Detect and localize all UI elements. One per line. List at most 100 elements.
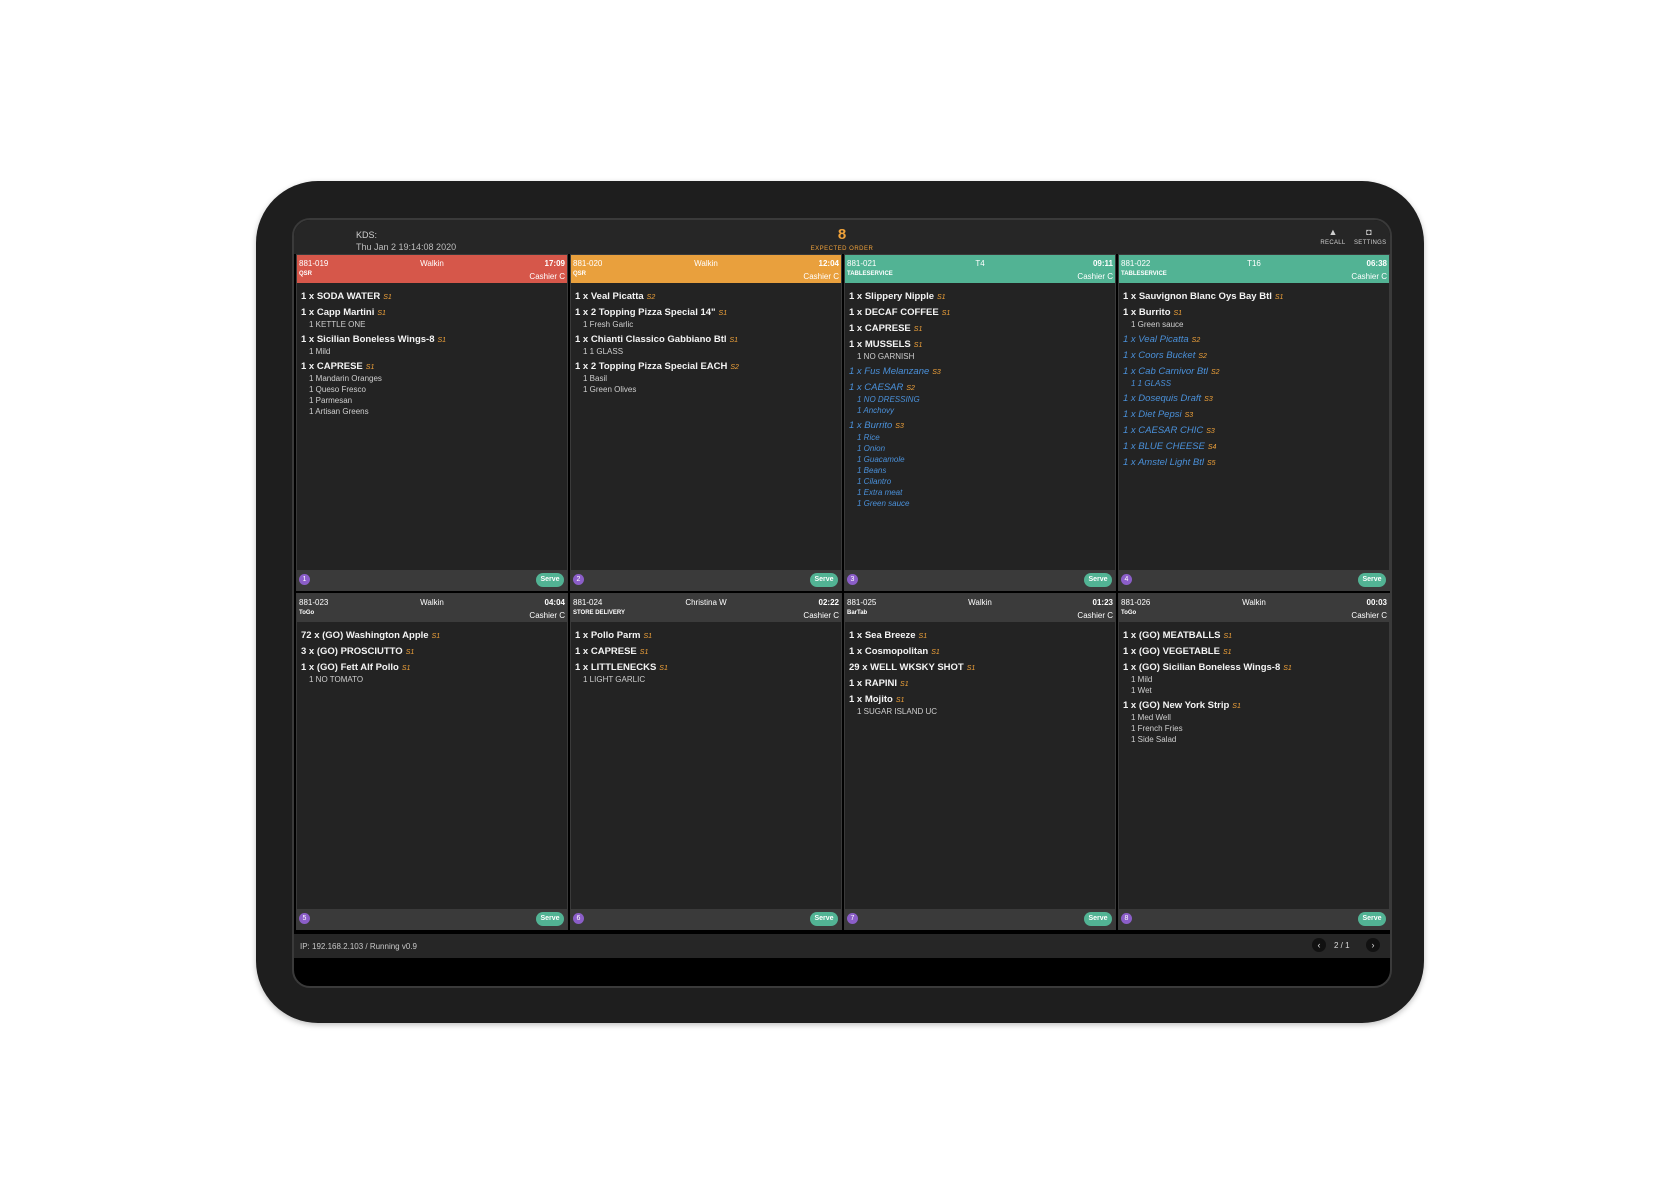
ticket-item[interactable]: 1 x Fus Melanzane S3 xyxy=(849,366,1111,378)
seat-tag: S1 xyxy=(1274,294,1284,301)
ticket-item[interactable]: 1 x Slippery Nipple S1 xyxy=(849,291,1111,303)
ticket-cashier: Cashier C xyxy=(1351,272,1387,281)
ticket-order-type: TABLESERVICE xyxy=(1121,271,1167,277)
ticket-item[interactable]: 1 x SODA WATER S1 xyxy=(301,291,563,303)
ticket-item[interactable]: 1 x DECAF COFFEE S1 xyxy=(849,307,1111,319)
order-ticket[interactable]: 881-026 ToGo Walkin 00:03 Cashier C 1 x (GO) … xyxy=(1118,593,1390,930)
ticket-items: 72 x (GO) Washington Apple S1 3 x (GO) PRO… xyxy=(301,626,563,907)
ticket-items: 1 x Sauvignon Blanc Oys Bay Btl S1 1 x Bur… xyxy=(1123,287,1385,568)
ticket-item[interactable]: 1 x Dosequis Draft S3 xyxy=(1123,393,1385,405)
chevron-right-icon: › xyxy=(1371,940,1375,950)
seat-tag: S1 xyxy=(1223,633,1233,640)
order-ticket[interactable]: 881-020 QSR Walkin 12:04 Cashier C 1 x Veal P… xyxy=(570,254,842,591)
ticket-item[interactable]: 1 x (GO) MEATBALLS S1 xyxy=(1123,630,1385,642)
seat-tag: S2 xyxy=(646,294,656,301)
ticket-item[interactable]: 1 x Amstel Light Btl S5 xyxy=(1123,457,1385,469)
ticket-item[interactable]: 1 x RAPINI S1 xyxy=(849,678,1111,690)
ticket-item[interactable]: 1 x CAESAR CHIC S3 xyxy=(1123,425,1385,437)
serve-button[interactable]: Serve xyxy=(536,912,564,926)
ticket-item[interactable]: 1 x Cosmopolitan S1 xyxy=(849,646,1111,658)
ticket-item[interactable]: 1 x Veal Picatta S2 xyxy=(575,291,837,303)
ticket-item[interactable]: 1 x (GO) Fett Alf Pollo S1 xyxy=(301,662,563,674)
ticket-item[interactable]: 1 x CAESAR S2 xyxy=(849,382,1111,394)
ticket-item[interactable]: 1 x Pollo Parm S1 xyxy=(575,630,837,642)
item-modifier: 1 Mandarin Oranges xyxy=(309,374,382,383)
ticket-item[interactable]: 1 x Sauvignon Blanc Oys Bay Btl S1 xyxy=(1123,291,1385,303)
seat-tag: S1 xyxy=(718,310,728,317)
ticket-cashier: Cashier C xyxy=(1077,272,1113,281)
serve-button[interactable]: Serve xyxy=(1084,912,1112,926)
serve-button[interactable]: Serve xyxy=(810,573,838,587)
ticket-item[interactable]: 1 x Chianti Classico Gabbiano Btl S1 xyxy=(575,334,837,346)
ticket-item[interactable]: 1 x Sea Breeze S1 xyxy=(849,630,1111,642)
ticket-timer: 09:11 xyxy=(1092,259,1113,268)
order-ticket[interactable]: 881-023 ToGo Walkin 04:04 Cashier C 72 x (GO)… xyxy=(296,593,568,930)
ticket-item[interactable]: 1 x Cab Carnivor Btl S2 xyxy=(1123,366,1385,378)
item-modifier: 1 1 GLASS xyxy=(583,347,624,356)
seat-tag: S1 xyxy=(377,310,386,317)
ticket-item[interactable]: 1 x Diet Pepsi S3 xyxy=(1123,409,1385,421)
order-ticket[interactable]: 881-024 STORE DELIVERY Christina W 02:22 Cas… xyxy=(570,593,842,930)
seat-tag: S2 xyxy=(1211,369,1220,376)
order-ticket[interactable]: 881-022 TABLESERVICE T16 06:38 Cashier C1 x … xyxy=(1118,254,1390,591)
ticket-item[interactable]: 1 x CAPRESE S1 xyxy=(849,323,1111,335)
ticket-header[interactable]: 881-023 ToGo Walkin 04:04 Cashier C xyxy=(297,594,567,622)
ticket-item[interactable]: 1 x Sicilian Boneless Wings-8 S1 xyxy=(301,334,563,346)
item-modifier: 1 Basil xyxy=(583,374,608,383)
seat-tag: S2 xyxy=(1198,353,1207,360)
ticket-item[interactable]: 1 x Veal Picatta S2 xyxy=(1123,334,1385,346)
ticket-item[interactable]: 1 x MUSSELS S1 xyxy=(849,339,1111,351)
seat-tag: S1 xyxy=(941,310,951,317)
prev-page-button[interactable]: ‹ xyxy=(1312,938,1326,952)
ticket-item[interactable]: 1 x 2 Topping Pizza Special EACH S2 xyxy=(575,361,837,373)
order-ticket[interactable]: 881-021 TABLESERVICE T4 09:11 Cashier C1 x S… xyxy=(844,254,1116,591)
ticket-item[interactable]: 1 x (GO) VEGETABLE S1 xyxy=(1123,646,1385,658)
serve-button[interactable]: Serve xyxy=(810,912,838,926)
ticket-item[interactable]: 72 x (GO) Washington Apple S1 xyxy=(301,630,563,642)
serve-button[interactable]: Serve xyxy=(1358,912,1386,926)
ticket-header[interactable]: 881-025 BarTab Walkin 01:23 Cashier C xyxy=(845,594,1115,622)
ticket-item[interactable]: 1 x (GO) Sicilian Boneless Wings-8 S1 xyxy=(1123,662,1385,674)
ticket-timer: 06:38 xyxy=(1366,259,1387,268)
ticket-item[interactable]: 1 x BLUE CHEESE S4 xyxy=(1123,441,1385,453)
ticket-header[interactable]: 881-020 QSR Walkin 12:04 Cashier C xyxy=(571,255,841,283)
serve-button[interactable]: Serve xyxy=(536,573,564,587)
ticket-header[interactable]: 881-022 TABLESERVICE T16 06:38 Cashier C xyxy=(1119,255,1389,283)
ticket-item[interactable]: 29 x WELL WKSKY SHOT S1 xyxy=(849,662,1111,674)
ticket-order-type: QSR xyxy=(573,271,587,277)
next-page-button[interactable]: › xyxy=(1366,938,1380,952)
ticket-item[interactable]: 1 x Coors Bucket S2 xyxy=(1123,350,1385,362)
order-ticket[interactable]: 881-019 QSR Walkin 17:09 Cashier C 1 x SODA W… xyxy=(296,254,568,591)
item-modifier: 1 NO DRESSING xyxy=(857,395,920,404)
ticket-header[interactable]: 881-021 TABLESERVICE T4 09:11 Cashier C xyxy=(845,255,1115,283)
ticket-header[interactable]: 881-026 ToGo Walkin 00:03 Cashier C xyxy=(1119,594,1389,622)
ticket-grid: 881-019 QSR Walkin 17:09 Cashier C 1 x SODA W… xyxy=(296,254,1390,932)
ticket-timer: 17:09 xyxy=(544,259,565,268)
ticket-source: Walkin xyxy=(1242,598,1266,607)
ticket-item[interactable]: 1 x Burrito S1 xyxy=(1123,307,1385,319)
item-modifier: 1 Med Well xyxy=(1131,713,1171,722)
ticket-item[interactable]: 3 x (GO) PROSCIUTTO S1 xyxy=(301,646,563,658)
item-text: 1 x CAPRESE xyxy=(301,361,363,372)
ticket-number-badge: 8 xyxy=(1121,913,1132,924)
serve-button[interactable]: Serve xyxy=(1084,573,1112,587)
ticket-item[interactable]: 1 x Burrito S3 xyxy=(849,420,1111,432)
ticket-item[interactable]: 1 x (GO) New York Strip S1 xyxy=(1123,700,1385,712)
recall-button[interactable]: ▲ RECALL xyxy=(1318,228,1348,247)
ticket-header[interactable]: 881-019 QSR Walkin 17:09 Cashier C xyxy=(297,255,567,283)
ticket-item[interactable]: 1 x CAPRESE S1 xyxy=(575,646,837,658)
ticket-item[interactable]: 1 x Mojito S1 xyxy=(849,694,1111,706)
item-modifier: 1 Cilantro xyxy=(857,477,892,486)
ticket-item[interactable]: 1 x LITTLENECKS S1 xyxy=(575,662,837,674)
seat-tag: S3 xyxy=(1184,412,1194,419)
serve-button[interactable]: Serve xyxy=(1358,573,1386,587)
ticket-header[interactable]: 881-024 STORE DELIVERY Christina W 02:22 Cas… xyxy=(571,594,841,622)
ticket-item[interactable]: 1 x 2 Topping Pizza Special 14" S1 xyxy=(575,307,837,319)
ticket-number-badge: 2 xyxy=(573,574,584,585)
seat-tag: S2 xyxy=(730,364,739,371)
ticket-item[interactable]: 1 x CAPRESE S1 xyxy=(301,361,563,373)
order-ticket[interactable]: 881-025 BarTab Walkin 01:23 Cashier C 1 x Sea… xyxy=(844,593,1116,930)
seat-tag: S4 xyxy=(1207,444,1217,451)
settings-button[interactable]: ◘ SETTINGS xyxy=(1354,228,1386,247)
ticket-item[interactable]: 1 x Capp Martini S1 xyxy=(301,307,563,319)
